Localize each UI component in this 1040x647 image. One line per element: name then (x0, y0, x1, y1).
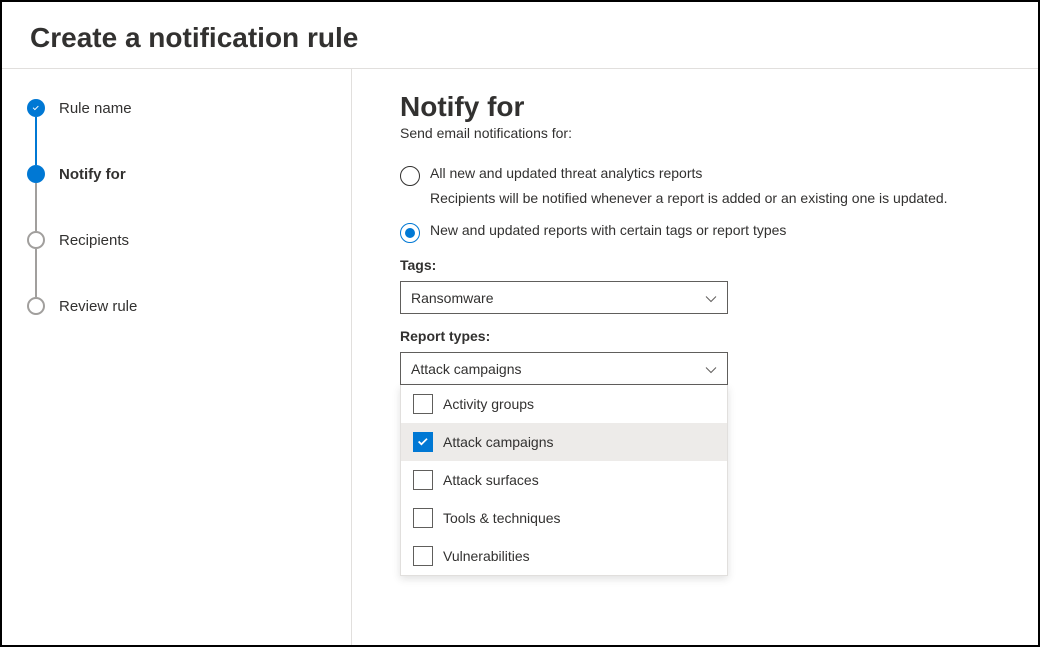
option-label: Tools & techniques (443, 510, 561, 526)
step-review-rule[interactable]: Review rule (27, 297, 326, 315)
option-tools-techniques[interactable]: Tools & techniques (401, 499, 727, 537)
option-activity-groups[interactable]: Activity groups (401, 385, 727, 423)
checkbox-icon (413, 432, 433, 452)
report-types-dropdown[interactable]: Attack campaigns (400, 352, 728, 385)
chevron-down-icon (705, 292, 717, 304)
option-label: Vulnerabilities (443, 548, 530, 564)
wizard-content: Notify for Send email notifications for:… (352, 69, 1038, 645)
dialog-window: Create a notification rule Rule name Not… (0, 0, 1040, 647)
radio-certain-tags[interactable]: New and updated reports with certain tag… (400, 222, 990, 243)
option-attack-campaigns[interactable]: Attack campaigns (401, 423, 727, 461)
step-label: Notify for (59, 166, 126, 183)
radio-icon (400, 166, 420, 186)
tags-dropdown[interactable]: Ransomware (400, 281, 728, 314)
report-types-selected-value: Attack campaigns (411, 361, 522, 377)
step-connector (35, 249, 37, 297)
report-types-label: Report types: (400, 328, 990, 344)
dialog-title: Create a notification rule (30, 22, 1010, 54)
tags-selected-value: Ransomware (411, 290, 493, 306)
option-attack-surfaces[interactable]: Attack surfaces (401, 461, 727, 499)
tags-label: Tags: (400, 257, 990, 273)
checkbox-icon (413, 508, 433, 528)
checkbox-icon (413, 546, 433, 566)
current-step-icon (27, 165, 45, 183)
page-subheading: Send email notifications for: (400, 125, 990, 141)
checkbox-icon (413, 470, 433, 490)
pending-step-icon (27, 231, 45, 249)
step-connector (35, 117, 37, 165)
option-label: Attack surfaces (443, 472, 539, 488)
step-notify-for[interactable]: Notify for (27, 165, 326, 183)
radio-label: All new and updated threat analytics rep… (430, 165, 702, 181)
chevron-down-icon (705, 363, 717, 375)
radio-label: New and updated reports with certain tag… (430, 222, 786, 238)
radio-description: Recipients will be notified whenever a r… (430, 190, 990, 206)
step-recipients[interactable]: Recipients (27, 231, 326, 249)
checkmark-icon (27, 99, 45, 117)
page-heading: Notify for (400, 91, 990, 123)
pending-step-icon (27, 297, 45, 315)
step-label: Rule name (59, 100, 132, 117)
report-types-dropdown-list: Activity groups Attack campaigns Attack … (400, 385, 728, 576)
step-connector (35, 183, 37, 231)
checkbox-icon (413, 394, 433, 414)
dialog-body: Rule name Notify for Recipients Review r… (2, 69, 1038, 645)
option-label: Activity groups (443, 396, 534, 412)
option-vulnerabilities[interactable]: Vulnerabilities (401, 537, 727, 575)
option-label: Attack campaigns (443, 434, 554, 450)
step-label: Recipients (59, 232, 129, 249)
wizard-steps: Rule name Notify for Recipients Review r… (2, 69, 352, 645)
step-label: Review rule (59, 298, 137, 315)
step-rule-name[interactable]: Rule name (27, 99, 326, 117)
dialog-header: Create a notification rule (2, 2, 1038, 69)
radio-all-reports[interactable]: All new and updated threat analytics rep… (400, 165, 990, 186)
radio-icon (400, 223, 420, 243)
